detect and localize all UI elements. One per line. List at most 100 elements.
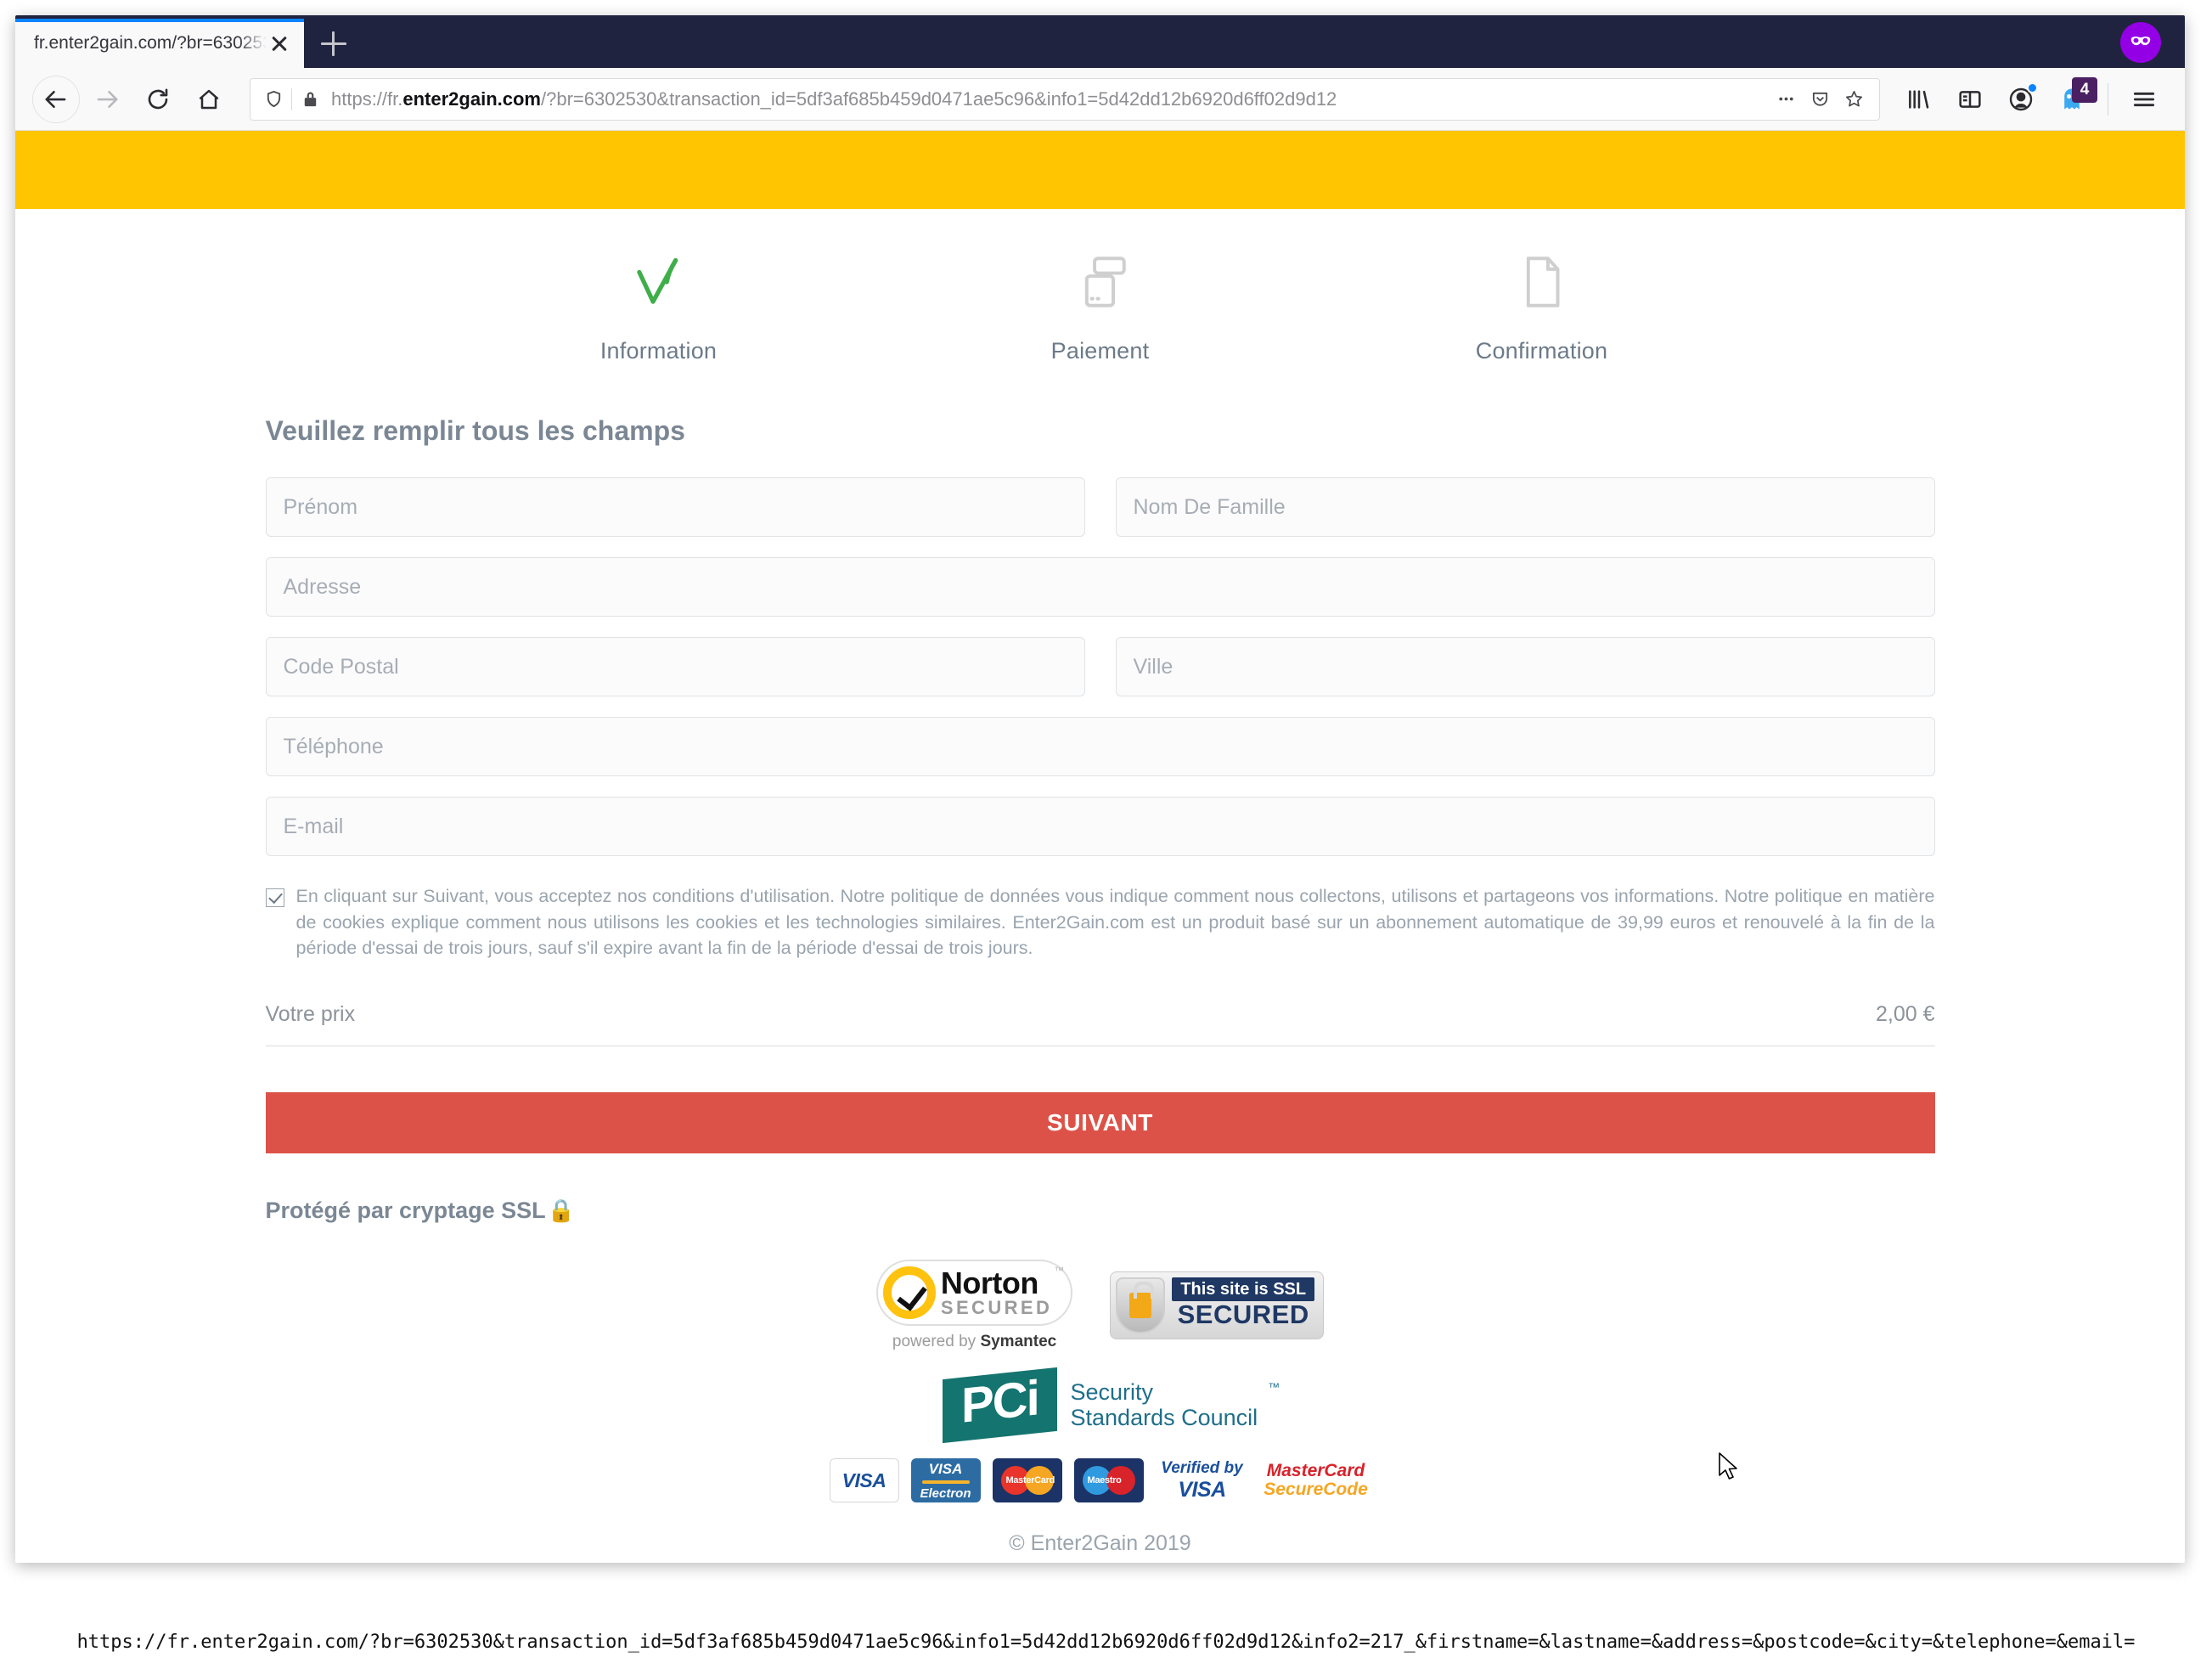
ghostery-ghost-icon[interactable]: 4 [2048,76,2097,123]
trust-badges-row-1: Norton SECURED ™ powered by Symantec Thi… [875,1259,1325,1351]
hamburger-menu-icon[interactable] [2120,76,2168,123]
vbv-label2: VISA [1178,1477,1226,1502]
visa-logo: VISA [829,1458,899,1503]
url-divider [291,87,292,110]
ssl-notice: Protégé par cryptage SSL 🔒 [266,1198,1935,1224]
toolbar-right: 4 [1895,76,2168,123]
pci-line1: Security [1070,1378,1154,1405]
ssl-notice-text: Protégé par cryptage SSL [265,1197,546,1223]
price-label: Votre prix [265,1001,356,1026]
status-bar-url: https://fr.enter2gain.com/?br=6302530&tr… [76,1632,2136,1653]
mastercard-logo: MasterCard [992,1458,1062,1503]
ssl-secured-badge: This site is SSL SECURED [1110,1271,1325,1339]
pci-text: Security Standards Council ™ [1070,1378,1280,1430]
library-icon[interactable] [1895,76,1943,123]
shield-padlock-icon [1116,1277,1166,1333]
mastercard-label: MasterCard [1005,1475,1055,1486]
close-icon[interactable] [267,31,292,56]
pocket-icon[interactable] [1803,85,1837,114]
norton-powered-brand: Symantec [980,1332,1057,1350]
mastercard-securecode-logo: MasterCard SecureCode [1261,1458,1371,1502]
forward-button[interactable] [83,76,131,123]
url-text[interactable]: https://fr.enter2gain.com/?br=6302530&tr… [324,88,1769,110]
maestro-label: Maestro [1087,1475,1122,1486]
firstname-input[interactable]: Prénom [265,477,1085,537]
form-row-name: Prénom Nom De Famille [265,477,1935,537]
step-information[interactable]: Information [438,243,880,364]
new-tab-button[interactable] [304,19,363,68]
tab-strip: fr.enter2gain.com/?br=6302530 [15,15,2185,68]
checkout-steps: Information Paiement Confirmation [15,209,2185,364]
consent-text: En cliquant sur Suivant, vous acceptez n… [295,886,1935,959]
mcsc-label1: MasterCard [1266,1461,1365,1481]
url-right-actions [1769,85,1871,114]
browser-tab[interactable]: fr.enter2gain.com/?br=6302530 [15,19,304,68]
mouse-cursor [1718,1452,1742,1481]
ghostery-blocked-count: 4 [2072,76,2097,103]
star-icon[interactable] [1837,85,1871,114]
step-paiement[interactable]: Paiement [880,243,1321,364]
home-button[interactable] [185,76,233,123]
pci-tm: ™ [1268,1379,1280,1394]
visa-electron-label2: Electron [920,1485,971,1501]
back-button[interactable] [32,75,80,123]
submit-button[interactable]: SUIVANT [265,1091,1935,1153]
pci-line2: Standards Council [1070,1404,1258,1430]
norton-subtitle: SECURED [940,1296,1053,1318]
screen-root: fr.enter2gain.com/?br=6302530 https://fr… [0,0,2212,1663]
account-notification-dot [2027,82,2038,93]
visa-electron-label1: VISA [928,1460,963,1477]
telephone-input[interactable]: Téléphone [265,717,1935,776]
maestro-logo: Maestro [1073,1458,1144,1503]
padlock-icon[interactable] [295,85,324,114]
norton-check-icon [882,1266,936,1319]
norton-title: Norton [940,1265,1038,1300]
mcsc-label2: SecureCode [1264,1480,1368,1500]
norton-secured-badge: Norton SECURED ™ powered by Symantec [875,1259,1073,1351]
form-row-city: Code Postal Ville [265,637,1935,696]
payment-card-logos: VISA VISA Electron MasterCard Maestro Ve… [829,1458,1371,1503]
green-check-icon [438,243,880,321]
vbv-label1: Verified by [1161,1458,1243,1477]
step-label: Paiement [1050,338,1150,364]
consent-block: En cliquant sur Suivant, vous acceptez n… [265,883,1935,961]
postcode-input[interactable]: Code Postal [265,637,1085,696]
email-input[interactable]: E-mail [265,797,1935,856]
url-bar[interactable]: https://fr.enter2gain.com/?br=6302530&tr… [250,77,1880,121]
norton-powered-prefix: powered by [892,1332,981,1350]
payment-card-icon [880,243,1321,321]
tab-title: fr.enter2gain.com/?br=6302530 [34,33,267,53]
form-row-address: Adresse [265,557,1935,617]
browser-window: fr.enter2gain.com/?br=6302530 https://fr… [15,15,2185,1563]
navigation-toolbar: https://fr.enter2gain.com/?br=6302530&tr… [15,68,2185,131]
verified-by-visa-logo: Verified by VISA [1156,1458,1249,1502]
ellipsis-icon[interactable] [1769,85,1803,114]
pci-logo-mark: PCi [942,1367,1057,1443]
page-title: Veuillez remplir tous les champs [265,415,685,446]
trust-badges-row-2: PCi Security Standards Council ™ [942,1367,1280,1443]
document-icon [1321,243,1763,321]
step-label: Information [599,338,718,364]
step-label: Confirmation [1475,338,1608,364]
copyright-text: © Enter2Gain 2019 [1009,1531,1191,1556]
checkout-content: Veuillez remplir tous les champs Prénom … [265,364,1935,1557]
pci-badge: PCi Security Standards Council ™ [942,1367,1280,1443]
tracking-protection-shield-icon[interactable] [259,85,288,114]
price-row: Votre prix 2,00 € [265,1001,1935,1046]
address-input[interactable]: Adresse [265,557,1935,617]
reload-button[interactable] [134,76,182,123]
lastname-input[interactable]: Nom De Famille [1115,477,1935,537]
city-input[interactable]: Ville [1115,637,1935,696]
norton-tm: ™ [1054,1264,1065,1277]
sidebar-icon[interactable] [1946,76,1994,123]
trust-badges: Norton SECURED ™ powered by Symantec Thi… [266,1259,1935,1557]
account-avatar-icon[interactable] [1997,76,2045,123]
visa-label: VISA [841,1469,886,1491]
checkout-page: Information Paiement Confirmation Veuill… [15,209,2185,1556]
site-header-banner [15,131,2185,209]
url-scheme: https://fr. [331,87,403,110]
consent-checkbox[interactable] [265,888,284,907]
lock-emoji-icon: 🔒 [547,1198,575,1224]
norton-powered-by: powered by Symantec [892,1333,1056,1351]
step-confirmation[interactable]: Confirmation [1321,243,1763,364]
